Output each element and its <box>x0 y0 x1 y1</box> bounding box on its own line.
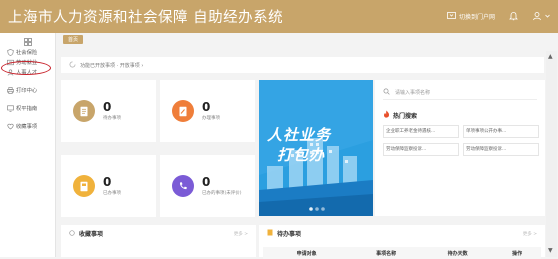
hot-search-title: 热门搜索 <box>393 112 418 120</box>
column-header: 待办天数 <box>447 250 468 257</box>
stat-value: 0 <box>202 100 211 114</box>
circle-icon <box>69 229 75 238</box>
document-icon <box>73 100 95 122</box>
hot-search-item[interactable]: 单项事项公开办事... <box>463 125 539 138</box>
hot-search-item[interactable]: 企业职工养老金待遇核... <box>383 125 459 138</box>
scroll-up-icon[interactable]: ▲ <box>548 53 553 60</box>
fire-icon <box>383 110 390 120</box>
breadcrumb-text[interactable]: 功能已开放事项 · 开放事项 › <box>80 62 143 69</box>
sidebar-item-label: 社会保险 <box>16 50 38 56</box>
user-icon <box>532 11 542 23</box>
chevron-down-icon <box>545 13 550 20</box>
stat-value: 0 <box>103 175 112 189</box>
portal-switch-button[interactable]: 切换到门户网 <box>447 11 495 22</box>
sidebar-item-label: 收藏事项 <box>16 124 38 130</box>
todo-box: 待办事项 更多 > 申请对象 事项名称 待办天数 操作 <box>259 225 545 259</box>
sidebar-item-label: 权平指南 <box>16 106 38 112</box>
portal-label: 切换到门户网 <box>458 14 495 21</box>
main-content: 首页 功能已开放事项 · 开放事项 › 0 待办事项 0 办理事项 0 已办事项… <box>57 33 558 259</box>
tab-bar: 首页 <box>57 33 558 45</box>
favorites-more-link[interactable]: 更多 > <box>234 231 248 237</box>
bookmark-icon <box>267 229 273 238</box>
hot-search-list: 企业职工养老金待遇核... 单项事项公开办事... 劳动保障监察投诉... 劳动… <box>383 125 539 156</box>
stat-card-pending[interactable]: 0 待办事项 <box>61 80 156 142</box>
sidebar-item-guide[interactable]: 权平指南 <box>0 103 55 113</box>
search-panel: 请输入事项名称 热门搜索 企业职工养老金待遇核... 单项事项公开办事... 劳… <box>375 80 545 216</box>
stat-card-unrated[interactable]: 0 已办的事项(未评价) <box>160 155 255 217</box>
column-header: 事项名称 <box>376 250 397 257</box>
header-actions: 切换到门户网 <box>447 11 550 23</box>
banner-headline-1: 人社业务 <box>267 126 332 144</box>
highlight-circle <box>1 61 51 75</box>
stat-label: 待办事项 <box>103 116 121 121</box>
search-placeholder: 请输入事项名称 <box>395 90 431 96</box>
edit-document-icon <box>172 100 194 122</box>
stat-card-processing[interactable]: 0 办理事项 <box>160 80 255 142</box>
hot-search-item[interactable]: 劳动保障监察投诉... <box>383 143 459 156</box>
hot-search-header: 热门搜索 <box>383 110 417 120</box>
stat-value: 0 <box>202 175 211 189</box>
portal-icon <box>447 11 456 22</box>
sidebar: 社会保险 劳动就业 人事人才 打印中心 权平指南 收藏事项 <box>0 33 56 257</box>
stat-label: 办理事项 <box>202 116 220 121</box>
todo-more-link[interactable]: 更多 > <box>523 231 537 237</box>
hot-search-item[interactable]: 劳动保障监察投诉... <box>463 143 539 156</box>
monitor-icon <box>7 105 14 112</box>
user-menu[interactable] <box>532 11 550 23</box>
stat-value: 0 <box>103 100 112 114</box>
stat-card-done[interactable]: 0 已办事项 <box>61 155 156 217</box>
stat-label: 已办的事项(未评价) <box>202 191 242 196</box>
column-header: 申请对象 <box>296 250 317 257</box>
notebook-icon <box>73 175 95 197</box>
printer-icon <box>7 86 14 94</box>
column-header: 操作 <box>512 250 523 257</box>
shield-icon <box>7 48 14 56</box>
search-input[interactable]: 请输入事项名称 <box>383 86 537 100</box>
top-header: 上海市人力资源和社会保障 自助经办系统 切换到门户网 <box>0 0 558 33</box>
banner-headline-2: 打包办 <box>277 146 326 164</box>
search-icon <box>383 88 390 97</box>
sidebar-item-label: 打印中心 <box>16 88 38 94</box>
todo-table-header: 申请对象 事项名称 待办天数 操作 <box>263 247 541 259</box>
favorites-title: 收藏事项 <box>79 231 104 238</box>
loading-icon <box>69 61 76 70</box>
sidebar-item-social-insurance[interactable]: 社会保险 <box>0 47 55 57</box>
app-title: 上海市人力资源和社会保障 自助经办系统 <box>8 10 284 26</box>
sidebar-item-print-center[interactable]: 打印中心 <box>0 85 55 95</box>
todo-header: 待办事项 更多 > <box>259 225 545 242</box>
favorites-header: 收藏事项 更多 > <box>61 225 256 242</box>
bell-icon[interactable] <box>509 11 518 23</box>
vertical-scrollbar[interactable]: ▲ ▼ <box>546 51 557 257</box>
scroll-down-icon[interactable]: ▼ <box>548 247 553 254</box>
heart-icon <box>7 123 14 130</box>
sidebar-item-favorites[interactable]: 收藏事项 <box>0 121 55 131</box>
phone-icon <box>172 175 194 197</box>
promo-banner[interactable]: 人社业务 打包办 <box>259 80 373 216</box>
favorites-box: 收藏事项 更多 > <box>61 225 256 257</box>
sidebar-toggle[interactable] <box>0 33 55 47</box>
grid-icon <box>23 31 32 50</box>
todo-title: 待办事项 <box>277 231 302 238</box>
breadcrumb: 功能已开放事项 · 开放事项 › <box>61 57 544 73</box>
stat-label: 已办事项 <box>103 191 121 196</box>
tab-home[interactable]: 首页 <box>63 34 84 44</box>
